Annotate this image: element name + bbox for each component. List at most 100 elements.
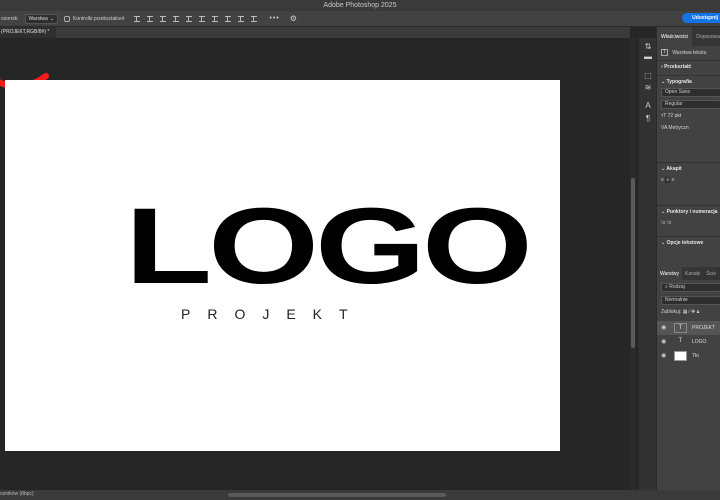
text-layer-icon: T (661, 49, 668, 56)
document-tab[interactable]: (PROJEKT,RGB/8#) * (0, 27, 56, 38)
distribute-left-icon[interactable] (212, 15, 219, 22)
font-style-field[interactable]: Regular (661, 100, 720, 109)
horizontal-scroll-thumb[interactable] (228, 493, 446, 497)
font-size-row[interactable]: ᴛT 72 pkt (661, 113, 681, 119)
document-canvas[interactable]: LOGO PROJEKT (5, 80, 560, 451)
font-size-icon: ᴛT (661, 113, 667, 119)
lock-label: Zablokuj: (661, 309, 682, 315)
distribute-top-icon[interactable] (251, 15, 258, 22)
numbered-list-icon[interactable]: ⁝≡ (667, 220, 672, 226)
share-button[interactable]: Udostępnij (682, 13, 720, 23)
align-center-icon[interactable]: ≡ (665, 177, 671, 183)
kerning-icon: VA (661, 125, 668, 131)
lock-move-icon[interactable]: ✥ (691, 309, 695, 315)
bullets-label: Punktory i numeracja (666, 209, 718, 215)
options-bar: ozornik: Warstwa ⌄ Kontrolki przekształc… (0, 11, 720, 27)
align-right-icon[interactable]: ≡ (672, 177, 675, 183)
tab-paths[interactable]: Ście (703, 267, 719, 280)
paragraph-section[interactable]: ⌄ Akapit (661, 166, 682, 172)
search-icon: ⌕ (665, 284, 668, 290)
layer-name: PROJEKT (692, 325, 716, 331)
distribute-right-icon[interactable] (238, 15, 245, 22)
layer-name: Tło (692, 353, 699, 359)
comment-tool-icon[interactable]: ▬ (643, 52, 653, 62)
kerning-value: Metryczn (668, 125, 689, 131)
blend-mode-dropdown[interactable]: Normalnie (661, 296, 720, 305)
layer-filter-field[interactable]: ⌕ Rodzaj (661, 283, 720, 292)
chevron-down-icon: ⌄ (49, 15, 54, 22)
chevron-right-icon: › (661, 64, 663, 70)
align-top-icon[interactable] (173, 15, 180, 22)
align-middle-icon[interactable] (186, 15, 193, 22)
kerning-row[interactable]: VA Metryczn (661, 125, 689, 131)
brush-tool-icon[interactable]: ⬚ (643, 71, 653, 81)
align-left-icon[interactable] (134, 15, 141, 22)
document-tab-label: (PROJEKT,RGB/8#) * (1, 29, 50, 35)
horizontal-scrollbar[interactable]: ozników (8bpc) (0, 490, 720, 500)
tab-strip (56, 27, 630, 38)
eye-icon[interactable]: ◉ (661, 321, 666, 335)
divider (657, 162, 720, 163)
properties-tabs: Właściwości Dopasowania (657, 27, 720, 46)
logo-text-layer[interactable]: LOGO (125, 192, 533, 300)
layer-row[interactable]: ◉ T PROJEKT (657, 321, 720, 335)
typography-label: Typografia (666, 79, 692, 85)
lock-icon[interactable]: 🔒︎ (697, 309, 700, 315)
transform-label: Przekształć (664, 64, 692, 70)
bullets-icons-row: ⁝≡ ⁝≡ (661, 220, 671, 226)
align-center-icon[interactable] (147, 15, 154, 22)
align-left-icon[interactable]: ≡ (661, 177, 664, 183)
transform-section[interactable]: › Przekształć (661, 64, 691, 70)
character-tool-icon[interactable]: A (643, 101, 653, 111)
chevron-down-icon: ⌄ (661, 240, 666, 246)
chevron-down-icon: ⌄ (661, 166, 666, 172)
tab-layers[interactable]: Warstwy (657, 267, 682, 280)
font-family-field[interactable]: Open Sans (661, 88, 720, 97)
align-bottom-icon[interactable] (199, 15, 206, 22)
gear-icon[interactable]: ⚙ (290, 14, 297, 23)
layer-row[interactable]: ◉ Tło (657, 349, 720, 363)
status-bar-text: ozników (8bpc) (0, 491, 34, 497)
properties-panel: Właściwości Dopasowania T Warstwa tekstu… (656, 27, 720, 490)
typography-section[interactable]: ⌄ Typografia (661, 79, 692, 85)
tab-channels[interactable]: Kanały (682, 267, 703, 280)
text-options-section[interactable]: ⌄ Opcje tekstowe (661, 240, 703, 246)
adjust-tool-icon[interactable]: ⇅ (643, 42, 653, 52)
lock-pixels-icon[interactable]: ▦ (683, 309, 688, 315)
auto-select-dropdown[interactable]: Warstwa ⌄ (24, 13, 58, 24)
paragraph-label: Akapit (666, 166, 682, 172)
layer-type-row: T Warstwa tekstu (661, 49, 706, 56)
auto-select-label: ozornik: (1, 15, 19, 22)
layer-name: LOGO (692, 339, 707, 345)
layer-type-label: Warstwa tekstu (672, 49, 707, 56)
text-layer-thumb: T (674, 323, 687, 333)
text-options-label: Opcje tekstowe (666, 240, 704, 246)
window-title: Adobe Photoshop 2025 (323, 2, 397, 9)
title-bar: Adobe Photoshop 2025 (0, 0, 720, 11)
sliders-tool-icon[interactable]: ≋ (643, 83, 653, 93)
more-options-icon[interactable]: ••• (269, 15, 279, 22)
projekt-text-layer[interactable]: PROJEKT (181, 306, 365, 322)
transform-controls-checkbox[interactable] (63, 15, 70, 22)
auto-select-value: Warstwa (28, 15, 48, 22)
bullet-list-icon[interactable]: ⁝≡ (661, 220, 666, 226)
paragraph-tool-icon[interactable]: ¶ (643, 114, 653, 124)
divider (657, 205, 720, 206)
lock-brush-icon[interactable]: ⁄ (689, 309, 690, 315)
divider (657, 236, 720, 237)
tab-properties[interactable]: Właściwości (657, 27, 693, 46)
layer-row[interactable]: ◉ T LOGO (657, 335, 720, 349)
background-layer-thumb (674, 351, 687, 361)
vertical-scrollbar[interactable] (630, 38, 636, 490)
font-size-value: 72 pkt (667, 113, 682, 119)
vertical-scroll-thumb[interactable] (631, 178, 635, 348)
bullets-section[interactable]: ⌄ Punktory i numeracja (661, 209, 717, 215)
eye-icon[interactable]: ◉ (661, 335, 666, 349)
distribute-center-icon[interactable] (225, 15, 232, 22)
align-right-icon[interactable] (160, 15, 167, 22)
paragraph-align-row: ≡ ≡ ≡ (661, 177, 675, 183)
chevron-down-icon: ⌄ (661, 79, 666, 85)
tab-adjustments[interactable]: Dopasowania (692, 27, 720, 46)
lock-row: Zablokuj: ▦ ⁄ ✥ 🔒︎ (661, 309, 699, 315)
eye-icon[interactable]: ◉ (661, 349, 666, 363)
